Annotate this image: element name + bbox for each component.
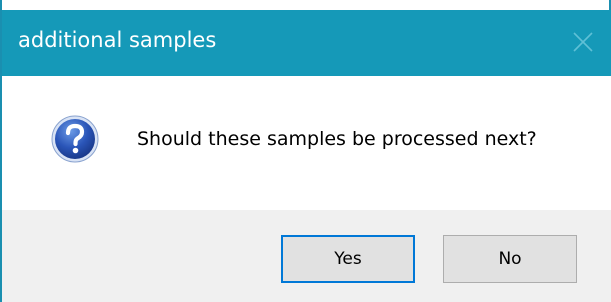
dialog-message: Should these samples be processed next? bbox=[137, 128, 537, 150]
dialog-content: Should these samples be processed next? bbox=[2, 76, 611, 210]
yes-button[interactable]: Yes bbox=[281, 235, 415, 283]
no-button[interactable]: No bbox=[443, 235, 577, 283]
title-bar[interactable]: additional samples bbox=[2, 10, 611, 76]
dialog-window: additional samples Should these samples … bbox=[0, 0, 611, 302]
dialog-title: additional samples bbox=[18, 28, 217, 52]
button-bar: Yes No bbox=[2, 210, 611, 302]
close-icon[interactable] bbox=[569, 28, 597, 56]
question-icon bbox=[50, 114, 100, 164]
